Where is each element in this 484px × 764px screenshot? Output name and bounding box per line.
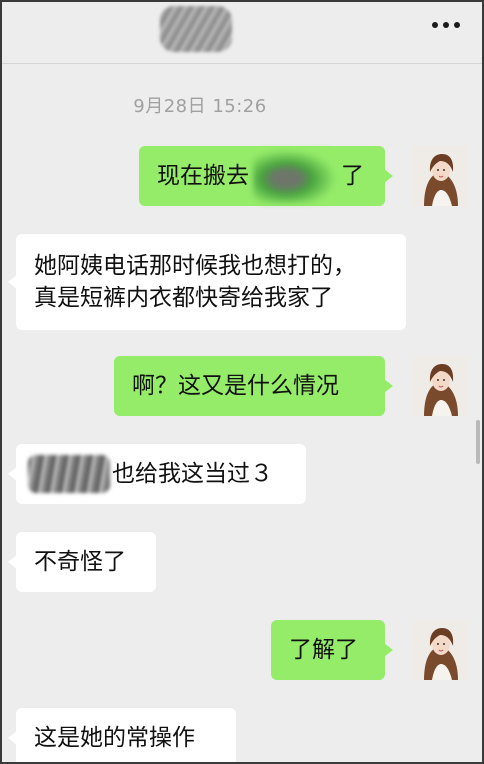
incoming-message-bubble[interactable]: 她阿姨电话那时候我也想打的， 真是短裤内衣都快寄给我家了 xyxy=(8,234,406,330)
my-avatar[interactable] xyxy=(412,620,468,680)
incoming-message-bubble[interactable]: 这是她的常操作 xyxy=(8,708,236,764)
outgoing-message-bubble[interactable]: 啊？这又是什么情况 xyxy=(114,356,393,416)
message-text: 现在搬去 xyxy=(157,163,249,189)
redacted-name-blur xyxy=(28,455,110,493)
message-text: 这是她的常操作 xyxy=(34,725,195,751)
message-text: 啊？这又是什么情况 xyxy=(132,373,339,399)
message-text: 了解了 xyxy=(289,637,358,663)
outgoing-message-bubble[interactable]: 了解了 xyxy=(271,620,393,680)
my-avatar[interactable] xyxy=(412,356,468,416)
avatar-portrait-icon xyxy=(412,356,468,416)
message-text: 了 xyxy=(341,163,364,189)
message-line: 真是短裤内衣都快寄给我家了 xyxy=(34,285,333,311)
outgoing-message-bubble[interactable]: 现在搬去 了 xyxy=(139,146,393,206)
my-avatar[interactable] xyxy=(412,146,468,206)
message-line: 她阿姨电话那时候我也想打的， xyxy=(34,253,356,279)
message-text: 不奇怪了 xyxy=(34,549,126,575)
scrollbar-thumb[interactable] xyxy=(476,420,480,464)
redacted-chat-title xyxy=(160,6,232,52)
incoming-message-bubble[interactable]: 也给我这当过３ xyxy=(8,444,306,504)
chat-header xyxy=(0,0,484,64)
message-timestamp: 9月28日 15:26 xyxy=(133,96,267,117)
incoming-message-bubble[interactable]: 不奇怪了 xyxy=(8,532,156,592)
avatar-portrait-icon xyxy=(412,146,468,206)
more-dots-icon[interactable] xyxy=(432,22,460,28)
avatar-portrait-icon xyxy=(412,620,468,680)
message-text: 也给我这当过３ xyxy=(112,461,273,487)
redacted-text-blur xyxy=(253,149,337,203)
